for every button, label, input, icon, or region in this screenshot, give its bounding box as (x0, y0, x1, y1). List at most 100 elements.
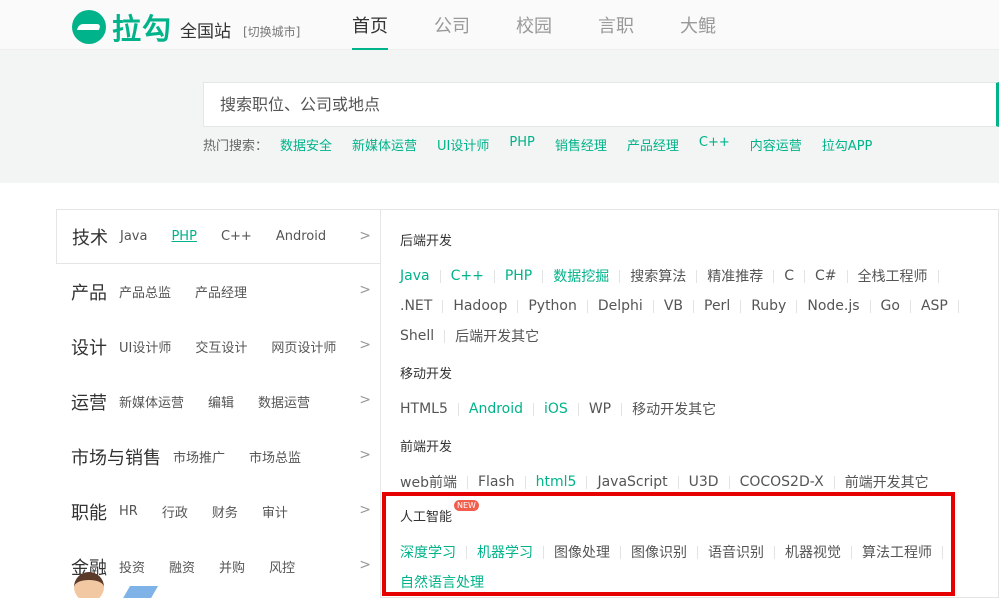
group-title: 移动开发 (400, 367, 453, 382)
job-tag-link[interactable]: Perl (704, 291, 751, 321)
group-frontend: 前端开发 web前端 Flash html5 JavaScript U3D COCOS2D… (400, 436, 980, 497)
hot-search-link[interactable]: 内容运营 (750, 135, 802, 154)
menu-category-marketing-sales[interactable]: 市场与销售 市场推广 市场总监 > (56, 429, 381, 484)
job-tag-link[interactable]: 数据挖掘 (553, 261, 630, 291)
category-title: 设计 (71, 337, 107, 359)
category-sub-link[interactable]: 数据运营 (258, 392, 310, 411)
hot-search-link[interactable]: 拉勾APP (822, 135, 873, 154)
chevron-right-icon: > (359, 502, 371, 518)
category-sub-link[interactable]: 财务 (212, 502, 238, 521)
logo-text: 拉勾 (112, 12, 173, 46)
category-sub-link[interactable]: 融资 (169, 557, 195, 576)
search-input[interactable] (204, 83, 996, 126)
search-box (203, 82, 999, 127)
hot-search-link[interactable]: 产品经理 (627, 135, 679, 154)
switch-city-link[interactable]: [切换城市] (243, 23, 300, 40)
avatar-illustration (74, 572, 104, 598)
category-sub-link[interactable]: 市场总监 (249, 447, 301, 466)
hot-search-link[interactable]: PHP (509, 135, 534, 154)
hot-searches: 热门搜索： 数据安全 新媒体运营 UI设计师 PHP 销售经理 产品经理 C++… (203, 135, 892, 154)
job-tag-link[interactable]: 全栈工程师 (858, 261, 949, 291)
search-section: 热门搜索： 数据安全 新媒体运营 UI设计师 PHP 销售经理 产品经理 C++… (0, 50, 999, 183)
job-tag-link[interactable]: Ruby (751, 291, 807, 321)
logo-icon (72, 10, 106, 44)
category-sub-link[interactable]: 并购 (219, 557, 245, 576)
tag-list: Java C++ PHP 数据挖掘 搜索算法 精准推荐 C C# 全栈工程师 .NET Hadoop… (400, 261, 980, 351)
job-tag-link[interactable]: HTML5 (400, 394, 469, 424)
hot-search-link[interactable]: C++ (699, 135, 730, 154)
category-sub-link[interactable]: 市场推广 (173, 447, 225, 466)
job-tag-link[interactable]: .NET (400, 291, 453, 321)
job-tag-link[interactable]: ASP (921, 291, 969, 321)
job-tag-link[interactable]: 精准推荐 (707, 261, 784, 291)
job-tag-link[interactable]: PHP (505, 261, 553, 291)
job-tag-link[interactable]: C# (815, 261, 858, 291)
menu-category-product[interactable]: 产品 产品总监 产品经理 > (56, 264, 381, 319)
menu-category-design[interactable]: 设计 UI设计师 交互设计 网页设计师 > (56, 319, 381, 374)
chevron-right-icon: > (359, 557, 371, 573)
category-sub-link[interactable]: 交互设计 (195, 337, 247, 356)
category-title: 市场与销售 (71, 447, 161, 469)
job-tag-link[interactable]: C (784, 261, 815, 291)
chevron-right-icon: > (359, 228, 371, 244)
chevron-right-icon: > (359, 337, 371, 353)
category-menu: 技术 Java PHP C++ Android > 产品 产品总监 产品经理 >… (56, 209, 381, 594)
current-city: 全国站 (180, 22, 231, 42)
job-tag-link[interactable]: Delphi (598, 291, 664, 321)
nav-yanzhi[interactable]: 言职 (598, 0, 634, 50)
logo[interactable]: 拉勾 (72, 6, 172, 48)
job-tag-link[interactable]: 后端开发其它 (455, 321, 539, 351)
chevron-right-icon: > (359, 282, 371, 298)
group-title: 后端开发 (400, 234, 453, 249)
menu-category-functions[interactable]: 职能 HR 行政 财务 审计 > (56, 484, 381, 539)
job-tag-link[interactable]: Java (400, 261, 451, 291)
nav-campus[interactable]: 校园 (516, 0, 552, 50)
category-sub-link[interactable]: UI设计师 (119, 337, 171, 356)
group-mobile: 移动开发 HTML5 Android iOS WP 移动开发其它 (400, 363, 980, 424)
job-tag-link[interactable]: VB (664, 291, 704, 321)
menu-category-finance[interactable]: 金融 投资 融资 并购 风控 > (56, 539, 381, 594)
category-sub-link[interactable]: Java (120, 229, 147, 244)
chevron-right-icon: > (359, 447, 371, 463)
job-tag-link[interactable]: Go (881, 291, 921, 321)
category-sub-link[interactable]: 新媒体运营 (119, 392, 184, 411)
category-sub-link[interactable]: 网页设计师 (271, 337, 336, 356)
category-sub-link[interactable]: 产品经理 (195, 282, 247, 301)
category-title: 运营 (71, 392, 107, 414)
hot-search-link[interactable]: 数据安全 (280, 135, 332, 154)
job-tag-link[interactable]: Shell (400, 321, 455, 351)
nav-home[interactable]: 首页 (352, 0, 388, 50)
category-sub-link[interactable]: 投资 (119, 557, 145, 576)
category-sub-link[interactable]: Android (276, 229, 326, 244)
category-sub-link[interactable]: 审计 (262, 502, 288, 521)
job-tag-link[interactable]: 移动开发其它 (632, 394, 716, 424)
category-sub-link[interactable]: PHP (171, 229, 196, 244)
highlight-box (382, 492, 955, 596)
menu-category-tech[interactable]: 技术 Java PHP C++ Android > (56, 209, 381, 264)
hot-search-link[interactable]: UI设计师 (437, 135, 489, 154)
nav-dakun[interactable]: 大鲲 (680, 0, 716, 50)
job-tag-link[interactable]: iOS (544, 394, 589, 424)
category-sub-link[interactable]: HR (119, 504, 138, 519)
category-title: 职能 (71, 502, 107, 524)
job-tag-link[interactable]: Node.js (807, 291, 880, 321)
job-tag-link[interactable]: WP (589, 394, 632, 424)
job-tag-link[interactable]: Python (528, 291, 598, 321)
job-tag-link[interactable]: Android (469, 394, 544, 424)
hot-search-link[interactable]: 销售经理 (555, 135, 607, 154)
category-sub-link[interactable]: 行政 (162, 502, 188, 521)
category-sub-link[interactable]: 编辑 (208, 392, 234, 411)
job-tag-link[interactable]: C++ (451, 261, 505, 291)
group-title: 前端开发 (400, 440, 453, 455)
menu-category-operations[interactable]: 运营 新媒体运营 编辑 数据运营 > (56, 374, 381, 429)
job-tag-link[interactable]: 搜索算法 (630, 261, 707, 291)
category-sub-link[interactable]: 产品总监 (119, 282, 171, 301)
category-sub-link[interactable]: 风控 (269, 557, 295, 576)
hot-searches-label: 热门搜索： (203, 139, 269, 154)
hot-search-link[interactable]: 新媒体运营 (352, 135, 417, 154)
main-nav: 首页 公司 校园 言职 大鲲 (352, 0, 762, 50)
job-tag-link[interactable]: Hadoop (453, 291, 528, 321)
category-title: 产品 (71, 282, 107, 304)
nav-company[interactable]: 公司 (434, 0, 470, 50)
category-sub-link[interactable]: C++ (221, 229, 252, 244)
